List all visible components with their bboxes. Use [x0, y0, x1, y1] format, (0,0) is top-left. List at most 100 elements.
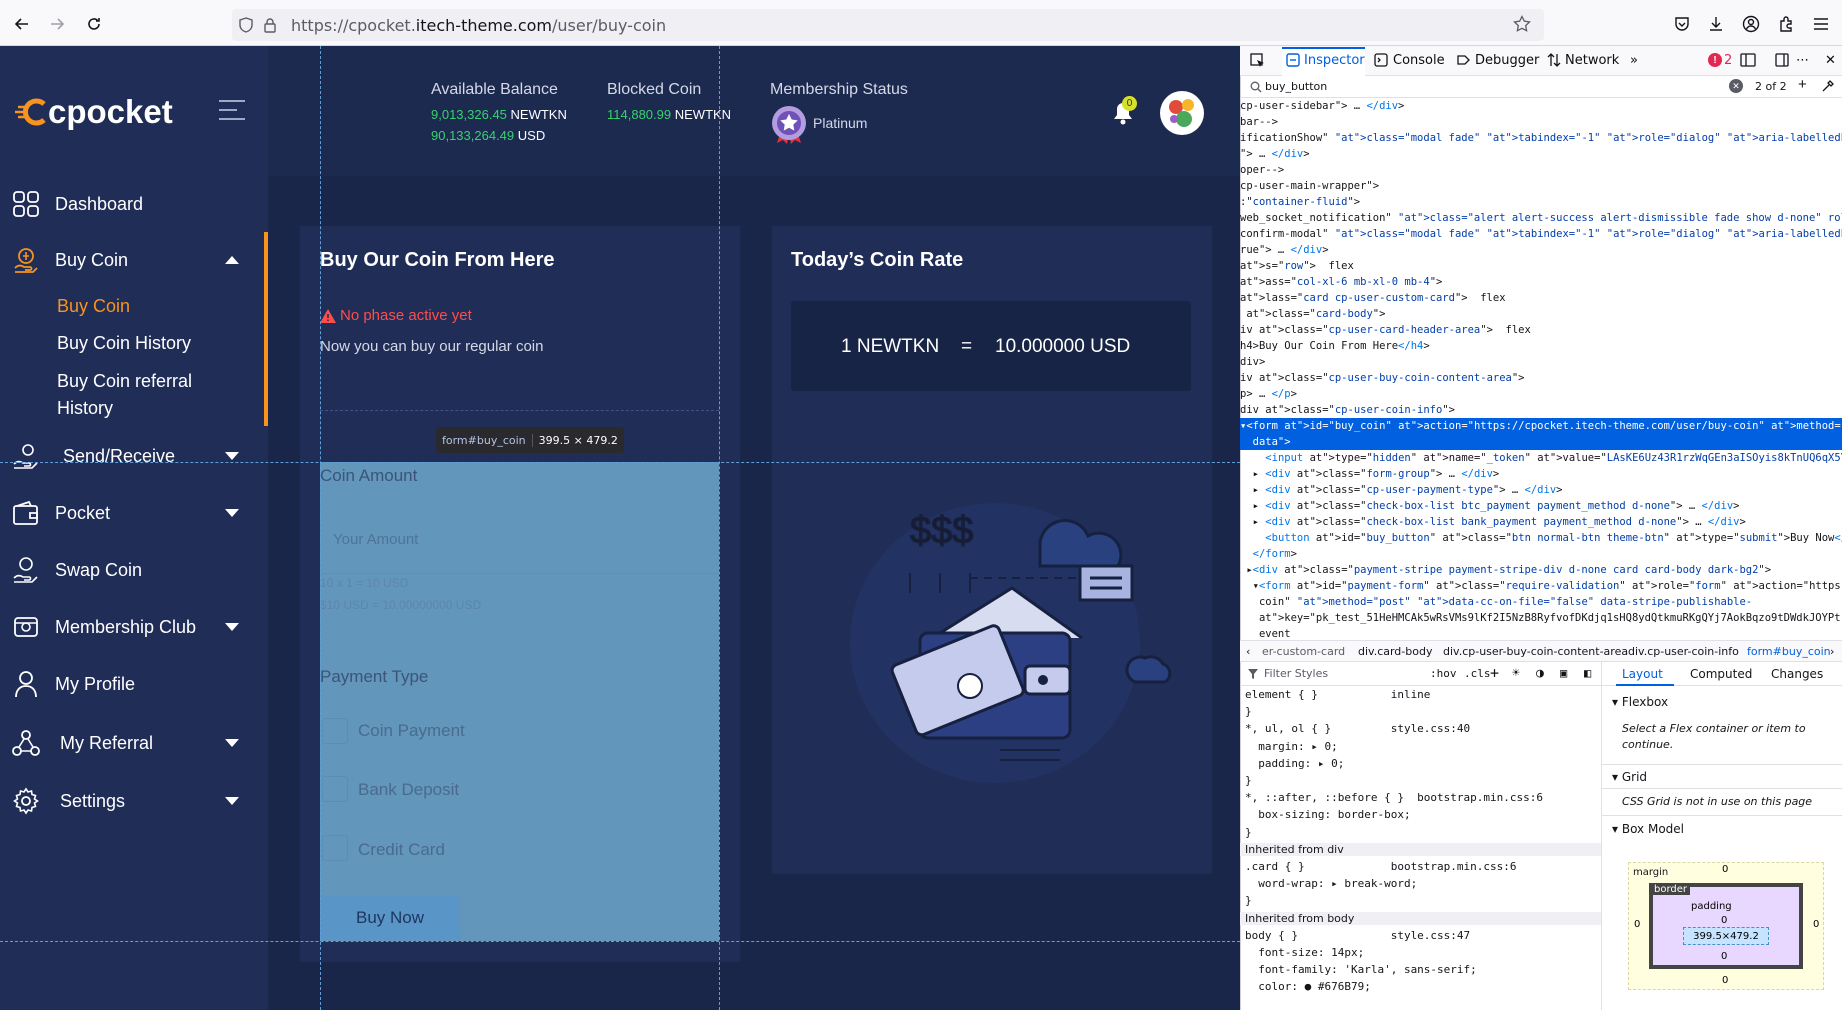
- markup-line[interactable]: :"container-fluid">: [1240, 194, 1360, 210]
- flexbox-section-toggle[interactable]: ▾ Flexbox: [1612, 695, 1668, 709]
- markup-line[interactable]: "> … </div>: [1240, 146, 1310, 162]
- markup-line[interactable]: ▸ <div at">class="cp-user-payment-type">…: [1240, 482, 1563, 498]
- bookmark-star-icon[interactable]: [1513, 15, 1531, 38]
- rule-line[interactable]: element { } inline: [1245, 688, 1430, 701]
- extensions-icon[interactable]: [1777, 15, 1795, 38]
- rule-line[interactable]: font-size: 14px;: [1245, 946, 1364, 959]
- sidebar-item-swap-coin[interactable]: Swap Coin: [0, 546, 268, 594]
- sidebar-subitem-buy-coin[interactable]: Buy Coin: [57, 293, 130, 320]
- coin-amount-input[interactable]: Your Amount: [333, 531, 418, 548]
- logo[interactable]: cpocket: [14, 92, 173, 132]
- breadcrumb-left-icon[interactable]: ‹: [1246, 645, 1250, 658]
- clear-search-icon[interactable]: ✕: [1729, 79, 1743, 93]
- breadcrumb-item[interactable]: div.card-body: [1358, 645, 1432, 658]
- eyedropper-icon[interactable]: [1822, 79, 1834, 97]
- markup-line[interactable]: at">lass="card cp-user-custom-card"> fle…: [1240, 290, 1506, 306]
- markup-line[interactable]: oper-->: [1240, 162, 1284, 178]
- breadcrumb-item[interactable]: div.cp-user-buy-coin-content-area: [1443, 645, 1628, 658]
- markup-line[interactable]: at">ass="col-xl-6 mb-xl-0 mb-4">: [1240, 274, 1442, 290]
- sidebar-subitem-buy-coin-history[interactable]: Buy Coin History: [57, 330, 191, 357]
- shield-icon[interactable]: [238, 17, 254, 38]
- rule-line[interactable]: }: [1245, 705, 1252, 718]
- markup-line[interactable]: ▾<form at">id="buy_coin" at">action="htt…: [1240, 418, 1842, 434]
- tab-layout[interactable]: Layout: [1622, 667, 1663, 681]
- markup-line[interactable]: at">s="row"> flex: [1240, 258, 1354, 274]
- markup-line[interactable]: ▸ <div at">class="form-group"> … </div>: [1240, 466, 1500, 482]
- sidebar-item-send-receive[interactable]: Send/Receive: [0, 432, 268, 480]
- rule-line[interactable]: }: [1245, 774, 1252, 787]
- forward-icon[interactable]: [46, 13, 68, 35]
- pocket-save-icon[interactable]: [1673, 15, 1691, 38]
- print-simulation-icon[interactable]: ▣: [1560, 666, 1567, 680]
- markup-line[interactable]: iv at">class="cp-user-card-header-area">…: [1240, 322, 1531, 338]
- bank-deposit-label[interactable]: Bank Deposit: [358, 780, 459, 800]
- add-rule-icon[interactable]: +: [1490, 664, 1499, 682]
- hamburger-menu-icon[interactable]: [1812, 15, 1830, 38]
- markup-line[interactable]: at">class="card-body">: [1240, 306, 1385, 322]
- reload-icon[interactable]: [83, 13, 105, 35]
- box-model-content-size[interactable]: 399.5×479.2: [1683, 927, 1769, 945]
- devtools-close-icon[interactable]: ✕: [1825, 53, 1836, 68]
- error-count[interactable]: 2: [1724, 53, 1732, 68]
- markup-line[interactable]: ▸ <div at">class="check-box-list btc_pay…: [1240, 498, 1740, 514]
- bank-deposit-checkbox[interactable]: [322, 776, 348, 802]
- markup-line[interactable]: web_socket_notification" "at">class="ale…: [1240, 210, 1842, 226]
- coin-payment-label[interactable]: Coin Payment: [358, 721, 465, 741]
- lock-icon[interactable]: [263, 17, 277, 38]
- markup-panel[interactable]: cp-user-sidebar"> … </div> bar--> ificatio…: [1240, 98, 1842, 643]
- sidebar-item-membership-club[interactable]: Membership Club: [0, 603, 268, 651]
- rule-line[interactable]: *, ::after, ::before { } bootstrap.min.c…: [1245, 791, 1543, 804]
- markup-line[interactable]: cp-user-main-wrapper">: [1240, 178, 1379, 194]
- rule-line[interactable]: }: [1245, 894, 1252, 907]
- tab-console[interactable]: Console: [1393, 53, 1445, 68]
- rule-line[interactable]: box-sizing: border-box;: [1245, 808, 1410, 821]
- margin-right-value[interactable]: 0: [1813, 919, 1819, 930]
- markup-line[interactable]: bar-->: [1240, 114, 1278, 130]
- sidebar-item-dashboard[interactable]: Dashboard: [0, 180, 268, 228]
- coin-payment-checkbox[interactable]: [322, 718, 348, 744]
- markup-line[interactable]: div>: [1240, 354, 1265, 370]
- responsive-icon[interactable]: [1740, 53, 1756, 72]
- rule-line[interactable]: *, ul, ol { } style.css:40: [1245, 722, 1470, 735]
- light-theme-icon[interactable]: ☀: [1512, 666, 1520, 681]
- hov-toggle[interactable]: :hov: [1430, 667, 1457, 680]
- account-icon[interactable]: [1742, 15, 1760, 38]
- rule-line[interactable]: Inherited from body: [1240, 911, 1601, 925]
- url-text[interactable]: https://cpocket.itech-theme.com/user/buy…: [291, 16, 666, 35]
- markup-line[interactable]: p> … </p>: [1240, 386, 1297, 402]
- rule-line[interactable]: padding: ▸ 0;: [1245, 757, 1344, 770]
- add-node-icon[interactable]: +: [1798, 76, 1807, 93]
- markup-line[interactable]: data">: [1240, 434, 1842, 450]
- margin-left-value[interactable]: 0: [1634, 919, 1640, 930]
- credit-card-label[interactable]: Credit Card: [358, 840, 445, 860]
- sidebar-item-pocket[interactable]: Pocket: [0, 489, 268, 537]
- breadcrumb-item[interactable]: er-custom-card: [1262, 645, 1345, 658]
- breadcrumb-right-icon[interactable]: ›: [1830, 645, 1834, 658]
- credit-card-checkbox[interactable]: [322, 835, 348, 861]
- grid-section-toggle[interactable]: ▾ Grid: [1612, 770, 1647, 784]
- downloads-icon[interactable]: [1707, 15, 1725, 38]
- markup-line[interactable]: h4>Buy Our Coin From Here</h4>: [1240, 338, 1430, 354]
- markup-line[interactable]: confirm-modal" "at">class="modal fade" "…: [1240, 226, 1842, 242]
- box-model-section-toggle[interactable]: ▾ Box Model: [1612, 822, 1684, 836]
- markup-line[interactable]: iv at">class="cp-user-buy-coin-content-a…: [1240, 370, 1525, 386]
- sidebar-toggle-icon[interactable]: [218, 99, 246, 126]
- rule-line[interactable]: body { } style.css:47: [1245, 929, 1470, 942]
- buy-now-button[interactable]: Buy Now: [320, 896, 460, 940]
- devtools-menu-icon[interactable]: ⋯: [1796, 53, 1809, 68]
- back-icon[interactable]: [11, 13, 33, 35]
- tab-network[interactable]: Network: [1565, 53, 1619, 68]
- sidebar-item-my-referral[interactable]: My Referral: [0, 719, 268, 767]
- error-icon[interactable]: !: [1708, 53, 1722, 67]
- markup-search-input[interactable]: buy_button: [1265, 80, 1327, 93]
- dock-icon[interactable]: [1775, 53, 1789, 72]
- markup-line[interactable]: at">key="pk_test_51HeHMCAk5wRsVMs9lKf2I5…: [1240, 610, 1841, 626]
- markup-line[interactable]: ificationShow" "at">class="modal fade" "…: [1240, 130, 1842, 146]
- sidebar-item-buy-coin[interactable]: Buy Coin: [0, 236, 268, 284]
- cls-toggle[interactable]: .cls: [1464, 667, 1491, 680]
- markup-line[interactable]: rue"> … </div>: [1240, 242, 1329, 258]
- markup-line[interactable]: </form>: [1240, 546, 1297, 562]
- rule-line[interactable]: Inherited from div: [1240, 842, 1601, 856]
- markup-line[interactable]: div at">class="cp-user-coin-info">: [1240, 402, 1455, 418]
- rule-line[interactable]: word-wrap: ▸ break-word;: [1245, 877, 1417, 890]
